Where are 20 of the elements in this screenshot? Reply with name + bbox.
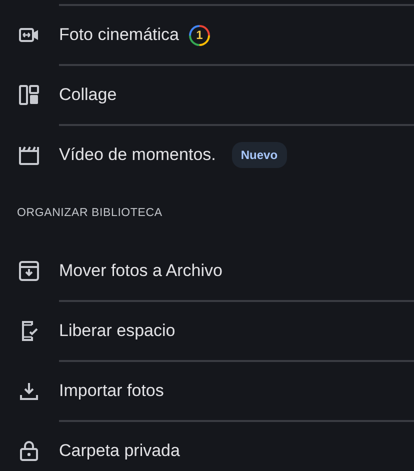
menu-item[interactable]: Carpeta privada <box>0 422 414 471</box>
item-label: Collage <box>59 85 117 105</box>
item-label: Importar fotos <box>59 381 164 401</box>
menu-item[interactable]: Importar fotos <box>0 362 414 420</box>
section-heading: ORGANIZAR BIBLIOTECA <box>16 206 164 221</box>
collage-icon <box>17 83 41 107</box>
count-badge: 1 <box>189 24 210 46</box>
item-label: Vídeo de momentos. <box>59 145 216 165</box>
item-label: Liberar espacio <box>59 321 176 341</box>
menu-item[interactable]: Collage <box>0 66 414 124</box>
archive-icon <box>17 259 41 283</box>
item-label: Mover fotos a Archivo <box>59 261 222 281</box>
menu-item[interactable]: Liberar espacio <box>0 302 414 360</box>
item-label: Carpeta privada <box>59 441 180 461</box>
menu-item[interactable]: Vídeo de momentos. Nuevo <box>0 126 414 184</box>
item-label: Foto cinemática <box>59 25 179 45</box>
lock-icon <box>17 439 41 463</box>
menu-item[interactable]: Foto cinemática 1 <box>0 6 414 64</box>
menu-item[interactable]: Mover fotos a Archivo <box>0 242 414 300</box>
new-badge: Nuevo <box>232 142 287 168</box>
